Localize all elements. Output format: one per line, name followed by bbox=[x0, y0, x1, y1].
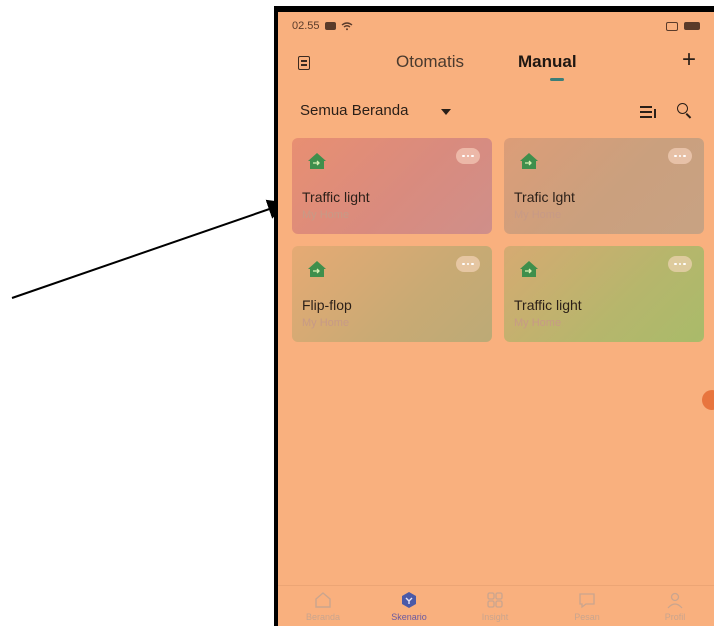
card-title: Trafic lght bbox=[514, 189, 575, 205]
status-bar: 02.55 bbox=[278, 12, 714, 40]
nav-item-pesan[interactable]: Pesan bbox=[552, 586, 622, 626]
battery-icon bbox=[684, 22, 700, 30]
menu-icon[interactable] bbox=[298, 56, 310, 70]
grid-icon bbox=[487, 592, 503, 608]
nav-label: Beranda bbox=[305, 612, 341, 622]
notification-icon bbox=[324, 22, 336, 30]
card-subtitle: My Home bbox=[302, 317, 350, 329]
card-title: Traffic light bbox=[302, 189, 370, 205]
nav-item-beranda[interactable]: Beranda bbox=[288, 586, 358, 626]
nav-item-insight[interactable]: Insight bbox=[460, 586, 530, 626]
home-scene-icon bbox=[520, 153, 538, 169]
card-title: Traffic light bbox=[514, 297, 582, 313]
nav-label: Pesan bbox=[574, 612, 600, 622]
nav-label: Profil bbox=[664, 612, 686, 622]
tab-manual[interactable]: Manual bbox=[518, 52, 577, 72]
card-title: Flip-flop bbox=[302, 297, 352, 313]
sort-icon[interactable] bbox=[640, 106, 656, 118]
top-nav: Otomatis Manual + bbox=[278, 48, 714, 82]
filter-row: Semua Beranda bbox=[278, 100, 714, 124]
phone-frame: 02.55 Otomatis Manual + Semua Beranda Tr… bbox=[274, 6, 714, 626]
wifi-icon bbox=[341, 21, 352, 30]
scenario-card[interactable]: Traffic light My Home bbox=[504, 246, 704, 342]
more-options-button[interactable] bbox=[456, 148, 480, 164]
scenario-card[interactable]: Traffic light My Home bbox=[292, 138, 492, 234]
home-scene-icon bbox=[308, 153, 326, 169]
home-scene-icon bbox=[308, 261, 326, 277]
tab-otomatis[interactable]: Otomatis bbox=[396, 52, 464, 72]
scenario-icon bbox=[402, 592, 416, 608]
cast-icon bbox=[666, 21, 678, 31]
scenario-card[interactable]: Flip-flop My Home bbox=[292, 246, 492, 342]
message-icon bbox=[579, 593, 595, 609]
status-time: 02.55 bbox=[292, 20, 320, 32]
more-options-button[interactable] bbox=[456, 256, 480, 272]
floating-edge-button[interactable] bbox=[702, 390, 714, 410]
add-scenario-button[interactable]: + bbox=[682, 48, 696, 72]
nav-label: Skenario bbox=[391, 612, 427, 622]
more-options-button[interactable] bbox=[668, 256, 692, 272]
nav-label: Insight bbox=[481, 612, 509, 622]
card-subtitle: My Home bbox=[302, 209, 350, 221]
search-icon[interactable] bbox=[677, 103, 688, 114]
more-options-button[interactable] bbox=[668, 148, 692, 164]
home-filter-dropdown[interactable]: Semua Beranda bbox=[300, 102, 408, 119]
card-subtitle: My Home bbox=[514, 209, 562, 221]
scenario-card[interactable]: Trafic lght My Home bbox=[504, 138, 704, 234]
nav-item-skenario[interactable]: Skenario bbox=[374, 586, 444, 626]
user-icon bbox=[667, 592, 683, 609]
active-tab-indicator bbox=[550, 78, 564, 81]
home-scene-icon bbox=[520, 261, 538, 277]
bottom-nav: Beranda Skenario Insight Pesan Profil bbox=[278, 585, 714, 626]
nav-item-profil[interactable]: Profil bbox=[640, 586, 710, 626]
chevron-down-icon[interactable] bbox=[441, 109, 451, 115]
home-icon bbox=[315, 592, 331, 608]
card-subtitle: My Home bbox=[514, 317, 562, 329]
app-screen: 02.55 Otomatis Manual + Semua Beranda Tr… bbox=[278, 12, 714, 626]
